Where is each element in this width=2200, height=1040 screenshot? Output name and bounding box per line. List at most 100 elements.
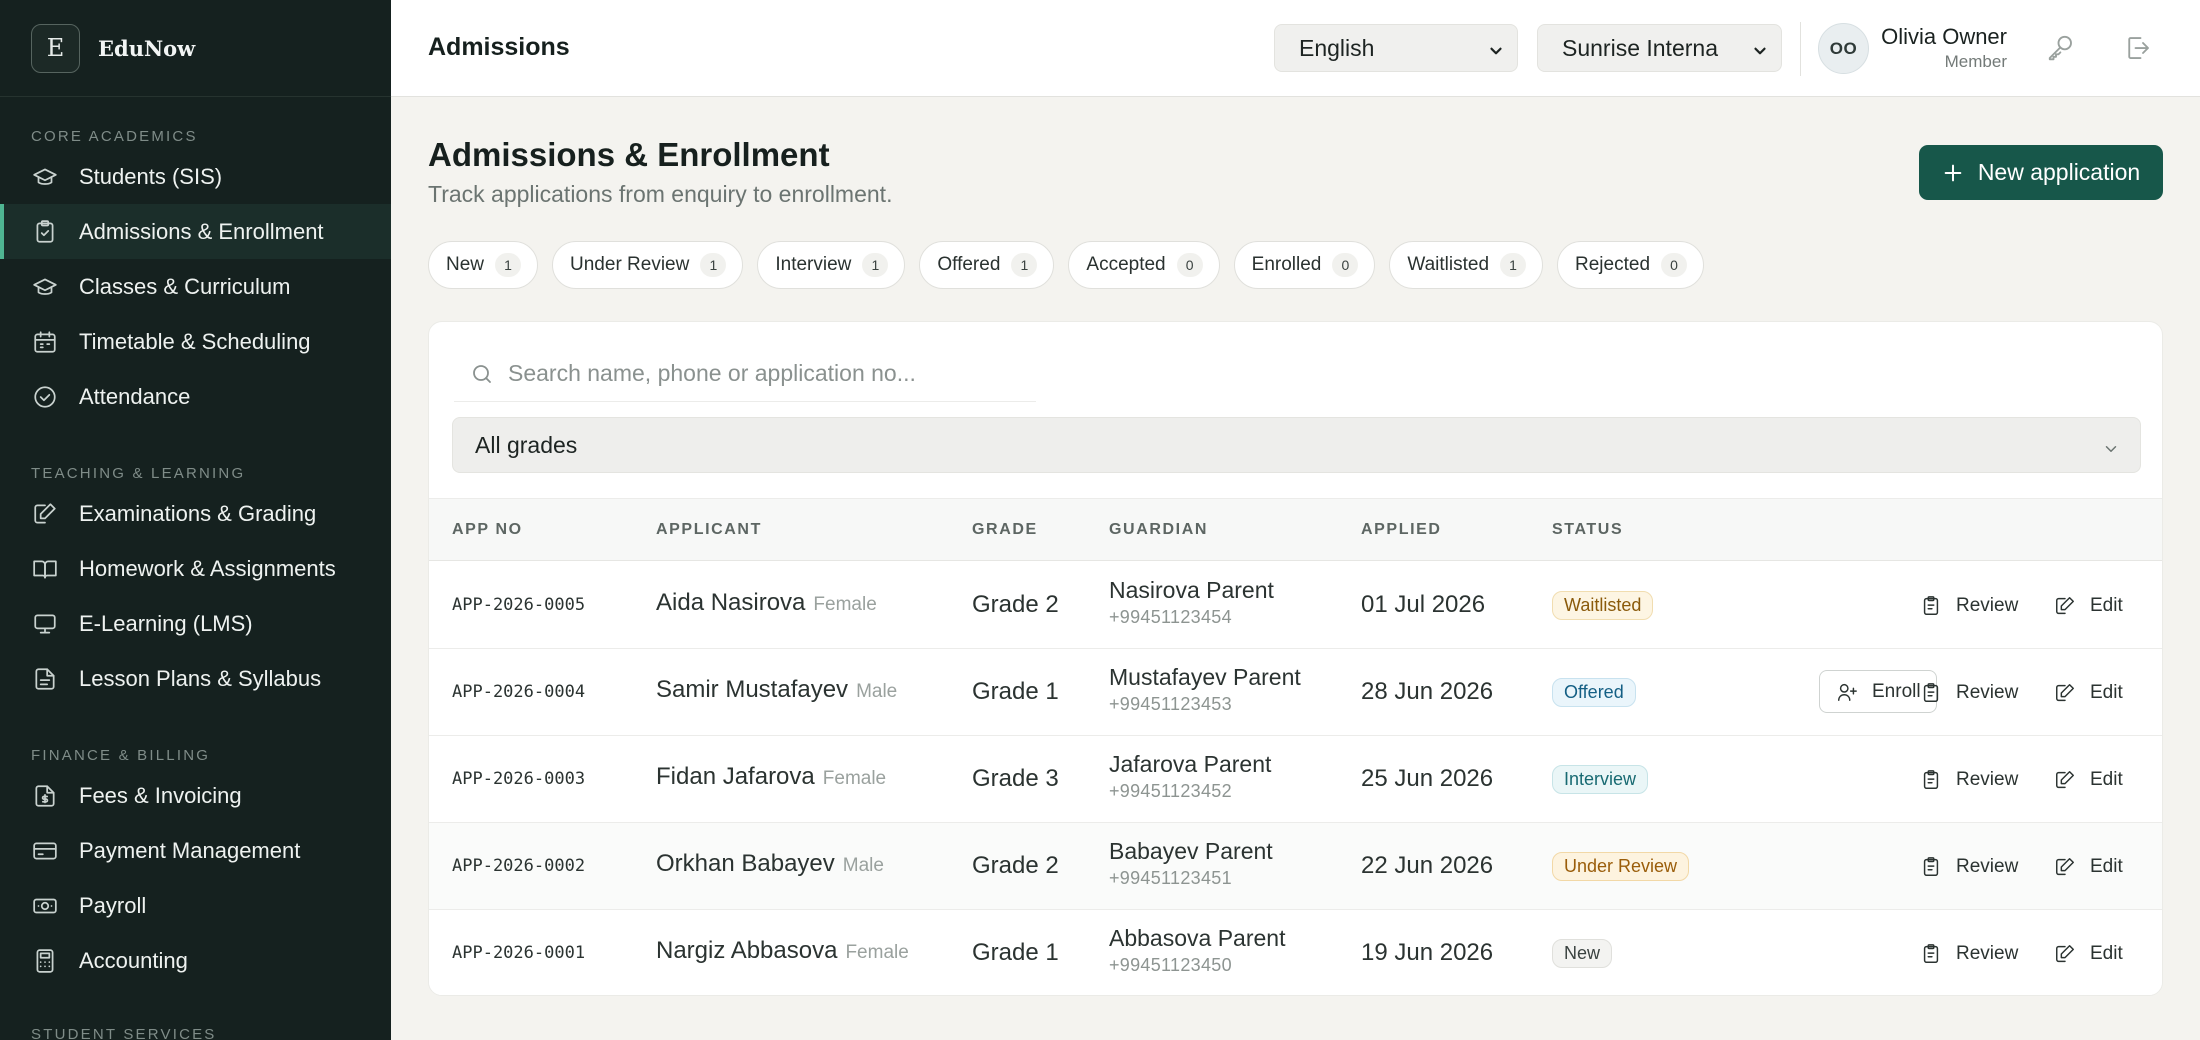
applicant: Nargiz Abbasova Female — [656, 937, 909, 965]
file-text-icon — [31, 665, 59, 693]
new-application-button[interactable]: New application — [1919, 145, 2163, 200]
edit-button[interactable]: Edit — [2054, 851, 2123, 883]
col-header-applicant[interactable]: APPLICANT — [656, 521, 762, 539]
review-button[interactable]: Review — [1920, 851, 2018, 883]
status-chip-under-review[interactable]: Under Review 1 — [552, 241, 744, 289]
sidebar-item-admissions[interactable]: Admissions & Enrollment — [0, 204, 391, 259]
chip-label: Rejected — [1575, 254, 1651, 275]
nav-heading-student-services: Student Services — [31, 1026, 217, 1040]
status-chip-enrolled[interactable]: Enrolled 0 — [1233, 241, 1376, 289]
guardian: Abbasova Parent +99451123450 — [1109, 925, 1285, 976]
sidebar-item-payment[interactable]: Payment Management — [0, 823, 391, 878]
sidebar-item-label: E-Learning (LMS) — [79, 610, 253, 636]
edit-button[interactable]: Edit — [2054, 677, 2123, 709]
edit-label: Edit — [2090, 595, 2123, 616]
school-select[interactable]: Sunrise Interna — [1537, 24, 1782, 72]
applicant-name[interactable]: Samir Mustafayev — [656, 676, 848, 703]
sidebar-item-homework[interactable]: Homework & Assignments — [0, 541, 391, 596]
review-button[interactable]: Review — [1920, 764, 2018, 796]
table-header: APP NO APPLICANT GRADE GUARDIAN APPLIED … — [429, 498, 2162, 561]
table-row[interactable]: APP-2026-0002 Orkhan Babayev Male Grade 2 Ba… — [429, 823, 2162, 910]
status-chip-interview[interactable]: Interview 1 — [757, 241, 906, 289]
status-chip-new[interactable]: New 1 — [428, 241, 539, 289]
status-chip-offered[interactable]: Offered 1 — [919, 241, 1055, 289]
edit-icon — [2054, 769, 2076, 791]
edit-button[interactable]: Edit — [2054, 590, 2123, 622]
grade: Grade 1 — [972, 939, 1059, 966]
edit-button[interactable]: Edit — [2054, 938, 2123, 970]
edit-button[interactable]: Edit — [2054, 764, 2123, 796]
language-select[interactable]: English — [1274, 24, 1518, 72]
key-icon[interactable] — [2045, 32, 2077, 64]
clipboard-icon — [1920, 856, 1942, 878]
brand-logo: E — [31, 23, 80, 73]
status-chip-waitlisted[interactable]: Waitlisted 1 — [1389, 241, 1544, 289]
applicant-name[interactable]: Aida Nasirova — [656, 589, 805, 616]
page-title: Admissions & Enrollment — [428, 136, 830, 173]
avatar[interactable]: OO — [1818, 23, 1869, 74]
brand[interactable]: E EduNow — [0, 0, 391, 97]
table-row[interactable]: APP-2026-0004 Samir Mustafayev Male Grade 1… — [429, 649, 2162, 736]
sidebar-item-payroll[interactable]: Payroll — [0, 878, 391, 933]
sidebar-item-accounting[interactable]: Accounting — [0, 933, 391, 988]
sidebar-item-lesson-plans[interactable]: Lesson Plans & Syllabus — [0, 651, 391, 706]
applicant-name[interactable]: Nargiz Abbasova — [656, 937, 837, 964]
clipboard-icon — [1920, 769, 1942, 791]
applicant-name[interactable]: Orkhan Babayev — [656, 850, 835, 877]
sidebar-item-classes[interactable]: Classes & Curriculum — [0, 259, 391, 314]
sidebar-item-label: Timetable & Scheduling — [79, 328, 311, 354]
chip-label: Offered — [937, 254, 1001, 275]
applicant: Orkhan Babayev Male — [656, 850, 884, 878]
edit-icon — [2054, 856, 2076, 878]
applicant-name[interactable]: Fidan Jafarova — [656, 763, 815, 790]
divider — [1800, 22, 1801, 76]
guardian-phone: +99451123450 — [1109, 955, 1232, 975]
col-header-app-no[interactable]: APP NO — [452, 521, 523, 539]
check-circle-icon — [31, 383, 59, 411]
clipboard-check-icon — [31, 218, 59, 246]
status-chip-rejected[interactable]: Rejected 0 — [1557, 241, 1705, 289]
applicant-gender: Female — [822, 768, 887, 789]
review-button[interactable]: Review — [1920, 677, 2018, 709]
app-no: APP-2026-0001 — [452, 943, 586, 963]
sidebar-item-elearning[interactable]: E-Learning (LMS) — [0, 596, 391, 651]
sidebar-item-timetable[interactable]: Timetable & Scheduling — [0, 314, 391, 369]
sidebar-item-label: Examinations & Grading — [79, 500, 317, 526]
sidebar-item-fees[interactable]: Fees & Invoicing — [0, 768, 391, 823]
col-header-grade[interactable]: GRADE — [972, 521, 1038, 539]
guardian-phone: +99451123454 — [1109, 607, 1232, 627]
logout-icon[interactable] — [2122, 32, 2154, 64]
edit-label: Edit — [2090, 856, 2123, 877]
col-header-applied[interactable]: APPLIED — [1361, 521, 1442, 539]
main-content: Admissions & Enrollment Track applicatio… — [391, 97, 2200, 1040]
book-open-icon — [31, 555, 59, 583]
col-header-guardian[interactable]: GUARDIAN — [1109, 521, 1208, 539]
calculator-icon — [31, 947, 59, 975]
review-button[interactable]: Review — [1920, 590, 2018, 622]
sidebar-item-label: Admissions & Enrollment — [79, 218, 324, 244]
grade-select[interactable]: All grades — [452, 417, 2141, 473]
applicant-gender: Female — [845, 942, 909, 963]
status-filter-chips: New 1 Under Review 1 Interview 1 Offered 1 A… — [428, 241, 1705, 289]
review-button[interactable]: Review — [1920, 938, 2018, 970]
sidebar-item-label: Attendance — [79, 383, 191, 409]
app-no: APP-2026-0004 — [452, 682, 586, 702]
edit-label: Edit — [2090, 943, 2123, 964]
edit-icon — [2054, 682, 2076, 704]
sidebar-item-examinations[interactable]: Examinations & Grading — [0, 486, 391, 541]
applicant-gender: Male — [856, 681, 898, 702]
user-role: Member — [1944, 52, 2007, 71]
table-row[interactable]: APP-2026-0003 Fidan Jafarova Female Grade 3… — [429, 736, 2162, 823]
table-row[interactable]: APP-2026-0005 Aida Nasirova Female Grade 2 N… — [429, 562, 2162, 649]
edit-label: Edit — [2090, 769, 2123, 790]
sidebar-item-attendance[interactable]: Attendance — [0, 369, 391, 424]
applicant: Aida Nasirova Female — [656, 589, 877, 617]
status-chip-accepted[interactable]: Accepted 0 — [1068, 241, 1220, 289]
col-header-status[interactable]: STATUS — [1552, 521, 1623, 539]
table-row[interactable]: APP-2026-0001 Nargiz Abbasova Female Grade … — [429, 910, 2162, 995]
sidebar: E EduNow Core Academics Students (SIS) A… — [0, 0, 391, 1040]
sidebar-item-students[interactable]: Students (SIS) — [0, 149, 391, 204]
edit-icon — [2054, 595, 2076, 617]
guardian-name: Abbasova Parent — [1109, 925, 1286, 951]
search-input[interactable]: Search name, phone or application no... — [454, 346, 1036, 402]
